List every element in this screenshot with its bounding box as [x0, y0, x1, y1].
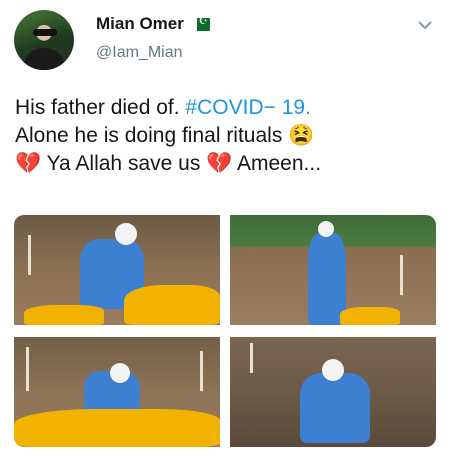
tweet-line-3-middle: Ya Allah save us	[41, 152, 207, 175]
person-head	[318, 221, 334, 237]
avatar-glasses	[33, 29, 57, 36]
tweet-line-3-end: Ameen...	[232, 152, 322, 175]
person-head	[322, 359, 344, 381]
grave-marker	[400, 255, 403, 295]
tweet-line-1-suffix: − 19.	[263, 96, 311, 119]
person-in-ppe	[300, 373, 370, 443]
avatar[interactable]	[14, 10, 74, 70]
media-image-3[interactable]	[14, 337, 220, 447]
author-name[interactable]: Mian Omer	[96, 14, 184, 34]
grave-marker	[26, 347, 29, 391]
avatar-body	[23, 48, 65, 70]
author-handle[interactable]: @Iam_Mian	[96, 44, 183, 62]
tweet-line-2: Alone he is doing final rituals 😫	[15, 124, 315, 147]
grave-marker	[200, 351, 203, 391]
chevron-down-icon[interactable]	[414, 14, 436, 36]
broken-heart-icon: 💔	[15, 152, 42, 175]
person-head	[110, 363, 130, 383]
tweet-text: His father died of. #COVID− 19. Alone he…	[15, 94, 440, 178]
tweet-line-1-prefix: His father died of.	[15, 96, 186, 119]
body-bag	[340, 307, 400, 325]
hashtag-link[interactable]: #COVID	[185, 96, 263, 119]
grave-marker	[28, 235, 31, 275]
body-bag	[124, 285, 220, 325]
person-head	[115, 223, 137, 245]
media-image-2[interactable]	[230, 215, 436, 325]
media-image-4[interactable]	[230, 337, 436, 447]
author-row: Mian Omer	[96, 14, 210, 34]
tweet-line-3: 💔 Ya Allah save us 💔 Ameen...	[15, 150, 440, 178]
tweet-line-1: His father died of. #COVID− 19.	[15, 94, 440, 122]
body-bag	[24, 305, 104, 325]
grave-marker	[250, 343, 253, 373]
broken-heart-icon: 💔	[206, 152, 233, 175]
body-bag	[14, 409, 220, 447]
media-image-1[interactable]	[14, 215, 220, 325]
pakistan-flag-icon	[191, 16, 210, 31]
